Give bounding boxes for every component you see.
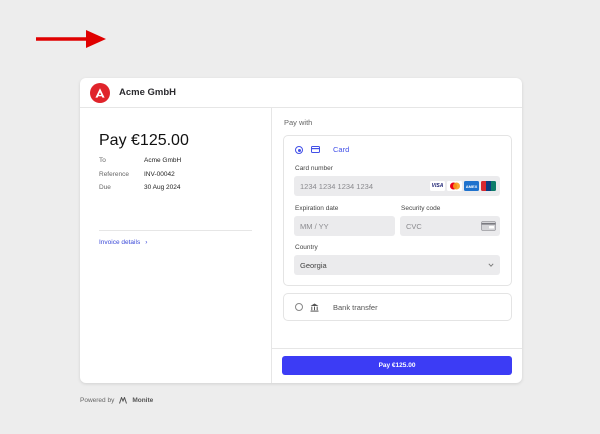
- detail-label: To: [99, 157, 106, 165]
- bank-transfer-radio[interactable]: [295, 303, 303, 311]
- unionpay-icon: [481, 181, 496, 191]
- detail-value: 30 Aug 2024: [144, 184, 181, 192]
- bank-icon: [310, 303, 319, 312]
- security-code-placeholder: CVC: [406, 221, 422, 231]
- expiration-label: Expiration date: [295, 205, 339, 212]
- detail-value: Acme GmbH: [144, 157, 182, 165]
- security-code-input[interactable]: CVC: [400, 216, 500, 236]
- chevron-right-icon: ›: [145, 239, 148, 246]
- card-number-label: Card number: [295, 165, 333, 172]
- card-number-placeholder: 1234 1234 1234 1234: [300, 181, 373, 191]
- amex-icon: AMEX: [464, 181, 479, 191]
- detail-label: Due: [99, 184, 111, 192]
- payment-card: Acme GmbH Pay €125.00 To Acme GmbH Refer…: [80, 78, 522, 383]
- card-brands: VISA AMEX: [430, 181, 496, 191]
- cvc-card-icon: [481, 221, 496, 231]
- country-label: Country: [295, 244, 318, 251]
- country-value: Georgia: [300, 260, 327, 270]
- detail-row-due: Due 30 Aug 2024: [99, 181, 252, 195]
- red-arrow-icon: [36, 30, 106, 48]
- powered-by-footer: Powered by Monite: [80, 397, 153, 404]
- visa-icon: VISA: [430, 181, 445, 191]
- payment-header: Acme GmbH: [80, 78, 522, 108]
- expiration-placeholder: MM / YY: [300, 221, 329, 231]
- mastercard-icon: [447, 181, 462, 191]
- card-method-panel: Card Card number 1234 1234 1234 1234 VIS…: [283, 135, 512, 286]
- card-method-label: Card: [333, 145, 350, 154]
- pay-button-divider: [272, 348, 522, 349]
- acme-logo-icon: [90, 82, 110, 103]
- detail-row-reference: Reference INV-00042: [99, 168, 252, 182]
- monite-logo-icon: [119, 397, 128, 404]
- bank-transfer-label: Bank transfer: [333, 303, 378, 312]
- summary-divider: [99, 230, 252, 231]
- bank-transfer-panel[interactable]: Bank transfer: [283, 293, 512, 321]
- invoice-details-label: Invoice details: [99, 239, 141, 246]
- country-select[interactable]: Georgia: [294, 255, 500, 275]
- pay-button[interactable]: Pay €125.00: [282, 356, 512, 375]
- invoice-summary: Pay €125.00 To Acme GmbH Reference INV-0…: [80, 108, 270, 383]
- chevron-down-icon: [488, 263, 494, 267]
- detail-row-to: To Acme GmbH: [99, 154, 252, 168]
- pay-amount-title: Pay €125.00: [99, 132, 189, 149]
- credit-card-icon: [311, 146, 320, 153]
- expiration-input[interactable]: MM / YY: [294, 216, 395, 236]
- detail-value: INV-00042: [144, 170, 175, 178]
- provider-name: Monite: [132, 397, 154, 404]
- detail-label: Reference: [99, 170, 129, 178]
- pay-with-title: Pay with: [284, 118, 313, 127]
- powered-by-label: Powered by: [80, 397, 115, 404]
- payment-methods: Pay with Card Card number 1234 1234 1234…: [271, 108, 522, 383]
- invoice-details-link[interactable]: Invoice details ›: [99, 239, 147, 246]
- card-number-input[interactable]: 1234 1234 1234 1234 VISA AMEX: [294, 176, 500, 196]
- card-radio[interactable]: [295, 146, 303, 154]
- invoice-details: To Acme GmbH Reference INV-00042 Due 30 …: [99, 154, 252, 195]
- merchant-name: Acme GmbH: [119, 87, 177, 98]
- security-code-label: Security code: [401, 205, 441, 212]
